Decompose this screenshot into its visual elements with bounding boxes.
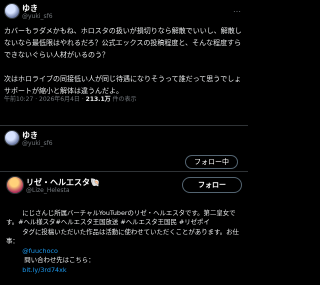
profile-hover-card: ゆき @yuki_sf6 フォロー中 リゼ・ヘルエスタ🐚 @Lize_Heles… (0, 125, 248, 274)
more-options-icon[interactable]: … (233, 5, 242, 14)
bio-line2: タグに投稿いただいた作品は活動に使わせていただくことがあります。お仕事： (6, 227, 239, 246)
tweet-text: カバーもラダメかもね、ホロスタの扱いが損切りなら解散でいいし、解散しないなら最低… (4, 27, 242, 95)
bio-mid: 問い合わせ先はこちら： (22, 256, 95, 264)
bio-link-fuuchoco[interactable]: @fuuchoco (22, 247, 58, 255)
tweet-timestamp: 午前10:27 · 2026年6月4日 · (4, 96, 86, 103)
tweet-meta: 午前10:27 · 2026年6月4日 · 213.1万 件の表示 (4, 94, 137, 103)
author-handle[interactable]: @yuki_sf6 (22, 13, 53, 20)
tweet-views: 213.1万 (85, 96, 111, 103)
profile-avatar[interactable] (6, 176, 24, 194)
tab-left[interactable] (0, 153, 124, 171)
following-button[interactable]: フォロー中 (185, 155, 238, 169)
avatar[interactable] (4, 3, 20, 19)
profile-bio: にじさんじ所属バーチャルYouTuberのリゼ・ヘルエスタです。第二皇女です。#… (6, 199, 242, 285)
card-tabs: フォロー中 (0, 153, 248, 172)
bio-link-contact[interactable]: bit.ly/3rd74xk (22, 266, 66, 274)
tweet-views-suffix: 件の表示 (112, 96, 137, 103)
bio-line1: にじさんじ所属バーチャルYouTuberのリゼ・ヘルエスタです。第二皇女です。#… (6, 208, 236, 227)
follow-button[interactable]: フォロー (182, 177, 242, 193)
card-author-handle[interactable]: @yuki_sf6 (22, 140, 53, 147)
card-avatar[interactable] (4, 130, 20, 146)
profile-handle[interactable]: @Lize_Helesta (26, 187, 70, 194)
screen: ゆき @yuki_sf6 … カバーもラダメかもね、ホロスタの扱いが損切りなら解… (0, 0, 248, 274)
